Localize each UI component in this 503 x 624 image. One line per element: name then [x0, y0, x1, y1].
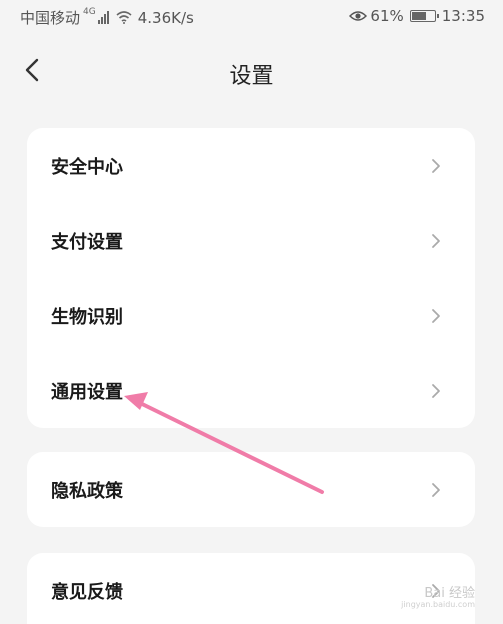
settings-item-security-center[interactable]: 安全中心 — [27, 128, 475, 203]
settings-group-privacy: 隐私政策 — [27, 452, 475, 527]
signal-icon — [97, 11, 110, 24]
watermark-logo: Bai 经验 jingyan.baidu.com — [401, 585, 475, 610]
settings-item-label: 意见反馈 — [51, 581, 123, 603]
settings-group-main: 安全中心 支付设置 生物识别 通用设置 — [27, 128, 475, 428]
status-right: 61% 13:35 — [349, 7, 485, 25]
battery-percent: 61% — [370, 7, 404, 25]
settings-page: 中国移动 4G 4.36K/s 61% 13:35 设置 安全中心 支付设置 生… — [0, 0, 503, 624]
status-bar: 中国移动 4G 4.36K/s 61% 13:35 — [0, 0, 503, 34]
nav-header: 设置 — [0, 40, 503, 100]
page-title: 设置 — [229, 64, 274, 89]
watermark-text: Bai 经验 — [424, 585, 475, 601]
wifi-icon — [116, 11, 132, 24]
settings-item-label: 隐私政策 — [51, 480, 123, 502]
settings-item-biometrics[interactable]: 生物识别 — [27, 278, 475, 353]
network-speed: 4.36K/s — [137, 8, 194, 27]
settings-item-label: 通用设置 — [51, 381, 123, 403]
settings-item-general-settings[interactable]: 通用设置 — [27, 353, 475, 428]
settings-item-label: 生物识别 — [51, 306, 123, 328]
settings-item-label: 安全中心 — [51, 156, 123, 178]
watermark-subtext: jingyan.baidu.com — [401, 600, 475, 610]
settings-item-privacy-policy[interactable]: 隐私政策 — [27, 452, 475, 527]
chevron-right-icon — [432, 482, 440, 497]
settings-item-label: 支付设置 — [51, 231, 123, 253]
eye-icon — [349, 11, 368, 21]
chevron-right-icon — [432, 233, 440, 248]
status-left: 中国移动 4G 4.36K/s — [20, 7, 194, 28]
chevron-right-icon — [432, 383, 440, 398]
chevron-right-icon — [432, 158, 440, 173]
network-badge: 4G — [83, 6, 96, 17]
carrier-name: 中国移动 — [20, 9, 81, 27]
clock-time: 13:35 — [441, 7, 485, 25]
settings-item-payment-settings[interactable]: 支付设置 — [27, 203, 475, 278]
battery-icon — [409, 10, 439, 22]
chevron-right-icon — [432, 308, 440, 323]
